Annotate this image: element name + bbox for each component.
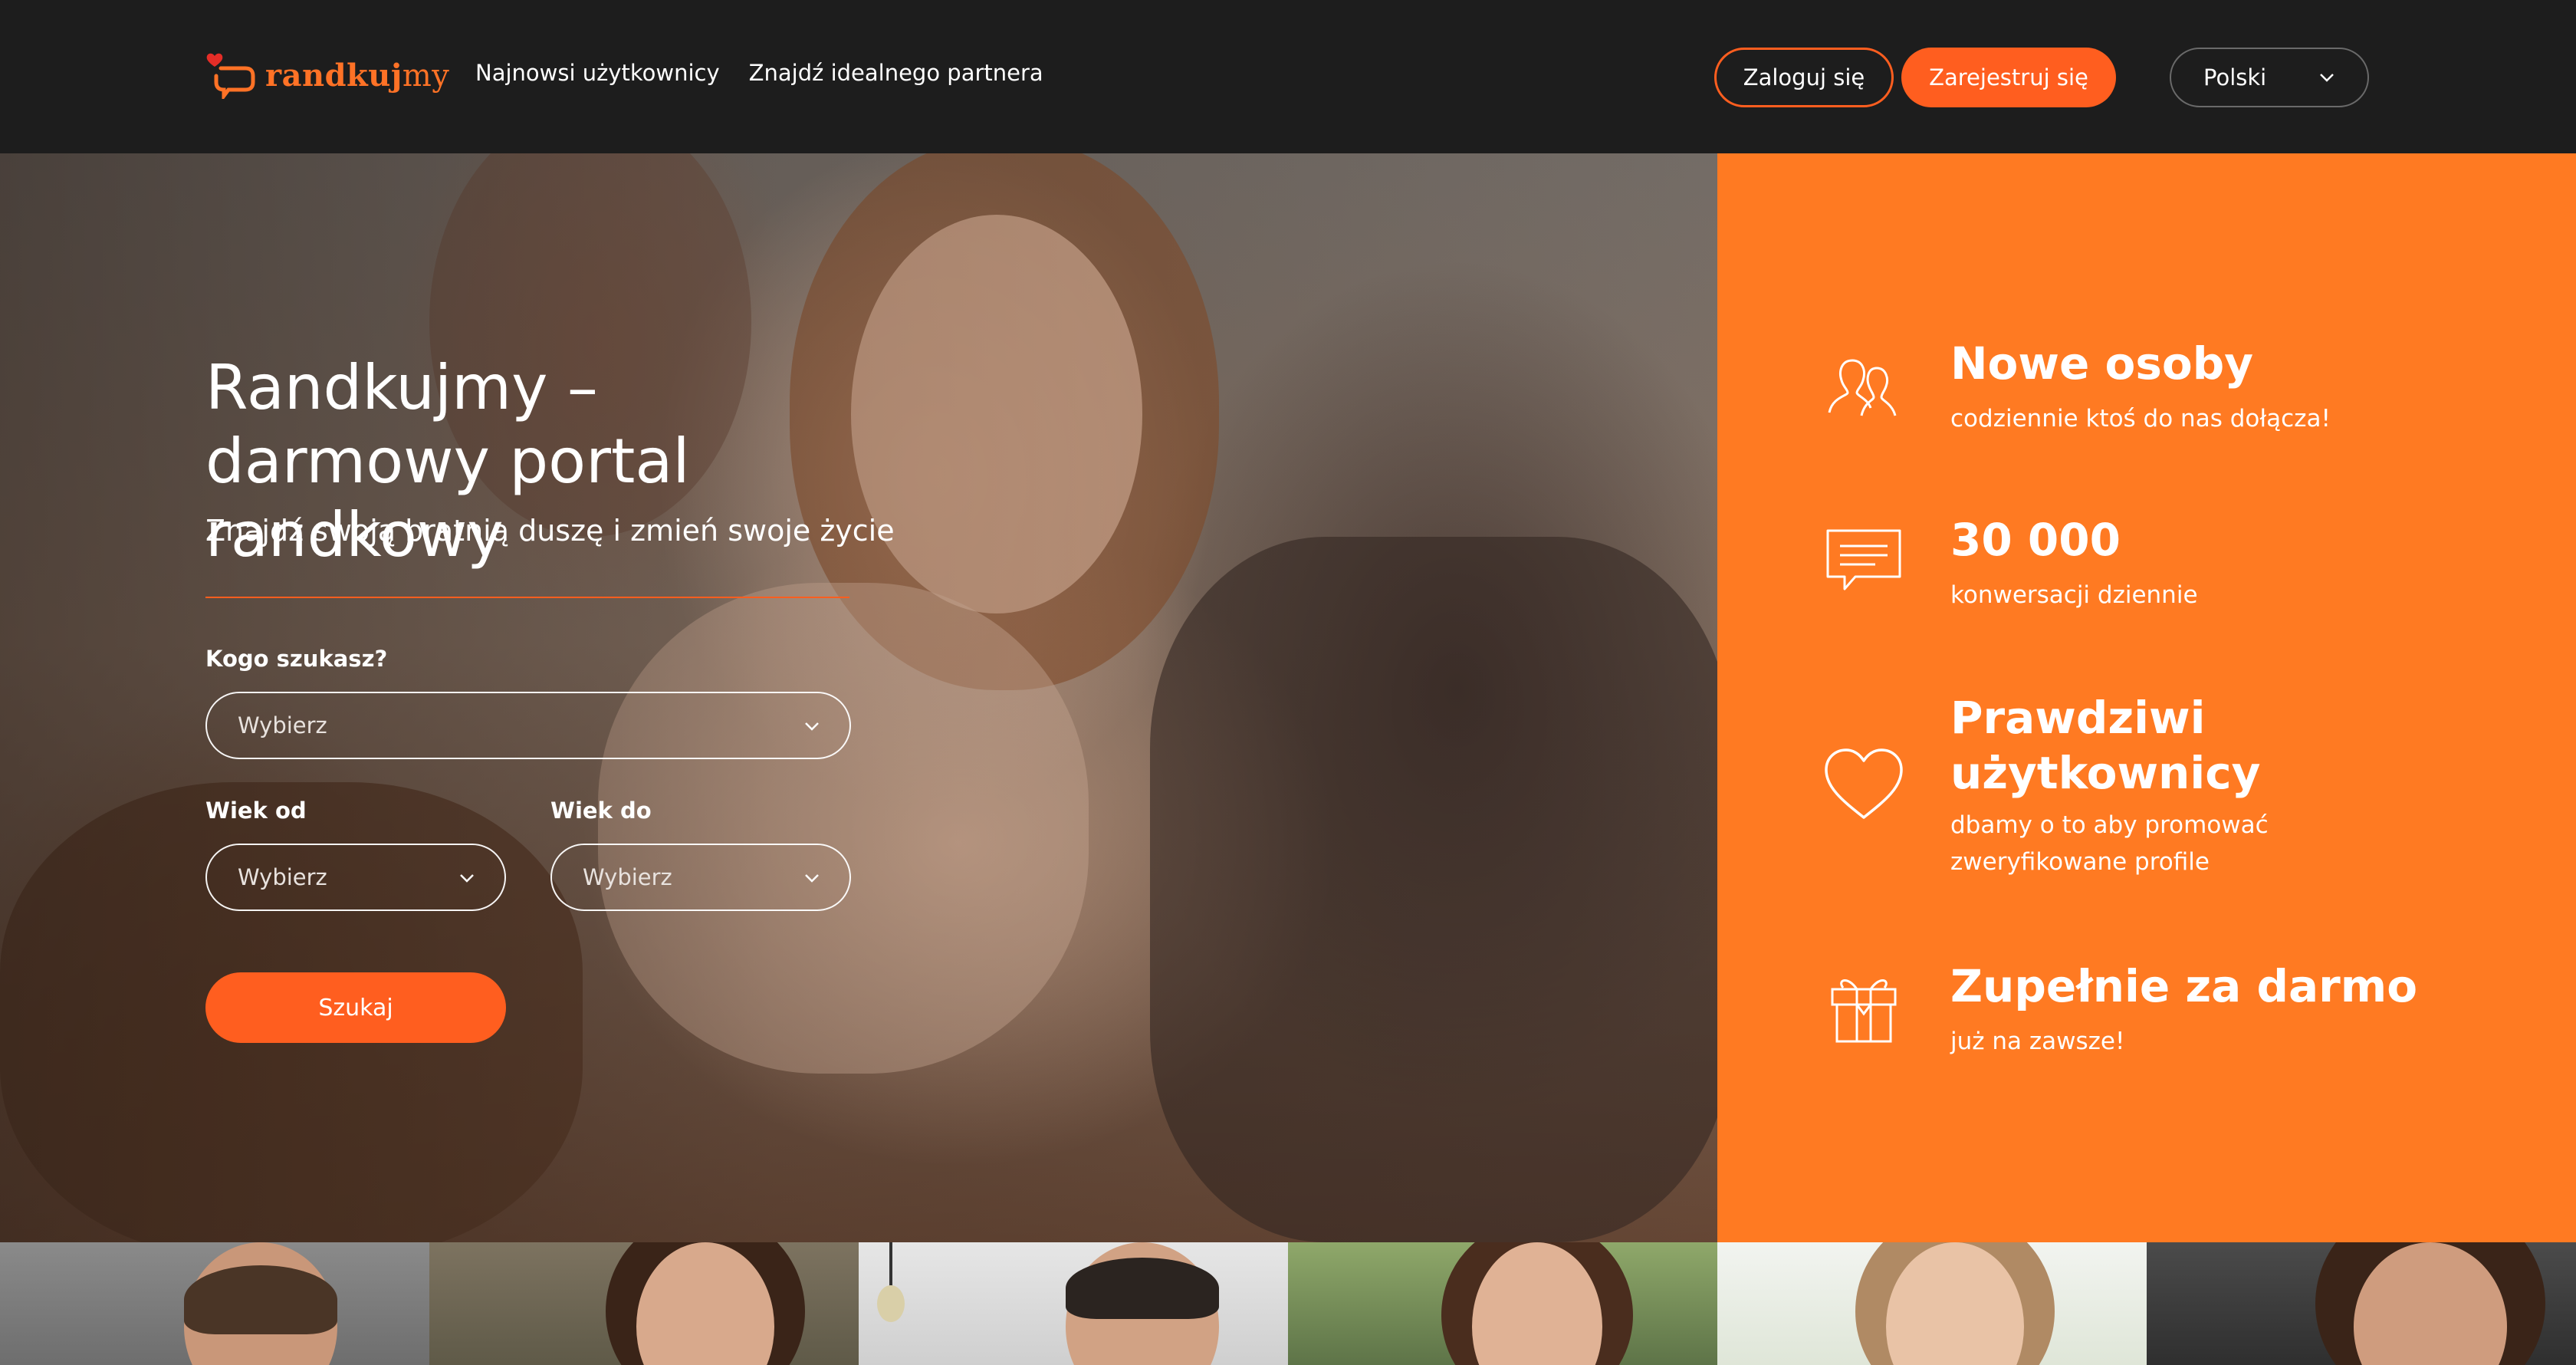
logo-text-bold: randkuj — [265, 57, 402, 94]
chevron-down-icon — [805, 874, 819, 883]
logo-heart-bubble-icon — [206, 53, 255, 99]
search-button[interactable]: Szukaj — [205, 972, 506, 1043]
age-from-value: Wybierz — [238, 864, 327, 890]
login-button[interactable]: Zaloguj się — [1714, 48, 1894, 107]
age-to-label: Wiek do — [550, 798, 652, 824]
profile-photo[interactable] — [1288, 1242, 1717, 1365]
feature-title-new-people: Nowe osoby — [1950, 337, 2254, 390]
profile-photo[interactable] — [1717, 1242, 2147, 1365]
feature-title-conversations: 30 000 — [1950, 514, 2121, 566]
gift-icon — [1831, 979, 1897, 1043]
heart-icon — [1825, 748, 1903, 819]
users-icon — [1828, 359, 1897, 416]
age-from-select[interactable]: Wybierz — [205, 844, 506, 911]
register-button[interactable]: Zarejestruj się — [1901, 48, 2116, 107]
feature-desc-new-people: codziennie ktoś do nas dołącza! — [1950, 405, 2331, 433]
profile-photo[interactable] — [0, 1242, 429, 1365]
who-select-value: Wybierz — [238, 712, 327, 738]
logo-text-light: my — [402, 58, 450, 94]
main-nav: Najnowsi użytkownicy Znajdź idealnego pa… — [475, 60, 1043, 86]
age-from-label: Wiek od — [205, 798, 307, 824]
feature-desc-real-users: dbamy o to aby promować zweryfikowane pr… — [1950, 811, 2269, 876]
profile-photo-strip — [0, 1242, 2576, 1365]
chevron-down-icon — [2320, 74, 2334, 82]
top-navbar: randkujmy Najnowsi użytkownicy Znajdź id… — [0, 0, 2576, 153]
hero-section: Randkujmy – darmowy portal randkowy Znaj… — [0, 153, 1717, 1242]
language-value: Polski — [2203, 64, 2267, 90]
feature-title-free: Zupełnie za darmo — [1950, 960, 2418, 1012]
hero-subtitle: Znajdź swoją bratnią duszę i zmień swoje… — [205, 514, 895, 548]
feature-desc-conversations: konwersacji dziennie — [1950, 581, 2198, 609]
profile-photo[interactable] — [429, 1242, 859, 1365]
profile-photo[interactable] — [859, 1242, 1288, 1365]
nav-newest-users[interactable]: Najnowsi użytkownicy — [475, 60, 720, 86]
age-to-value: Wybierz — [583, 864, 672, 890]
chevron-down-icon — [805, 722, 819, 731]
site-logo[interactable]: randkujmy — [205, 51, 449, 100]
language-select[interactable]: Polski — [2170, 48, 2369, 107]
who-select[interactable]: Wybierz — [205, 692, 851, 759]
chat-icon — [1826, 529, 1901, 590]
who-label: Kogo szukasz? — [205, 646, 388, 672]
feature-desc-free: już na zawsze! — [1950, 1028, 2125, 1055]
age-to-select[interactable]: Wybierz — [550, 844, 851, 911]
features-panel: Nowe osoby codziennie ktoś do nas dołącz… — [1717, 153, 2576, 1242]
hero-divider — [205, 597, 849, 598]
feature-title-real-users: Prawdziwi użytkownicy — [1950, 692, 2261, 799]
chevron-down-icon — [460, 874, 474, 883]
profile-photo[interactable] — [2147, 1242, 2576, 1365]
nav-find-partner[interactable]: Znajdź idealnego partnera — [749, 60, 1043, 86]
